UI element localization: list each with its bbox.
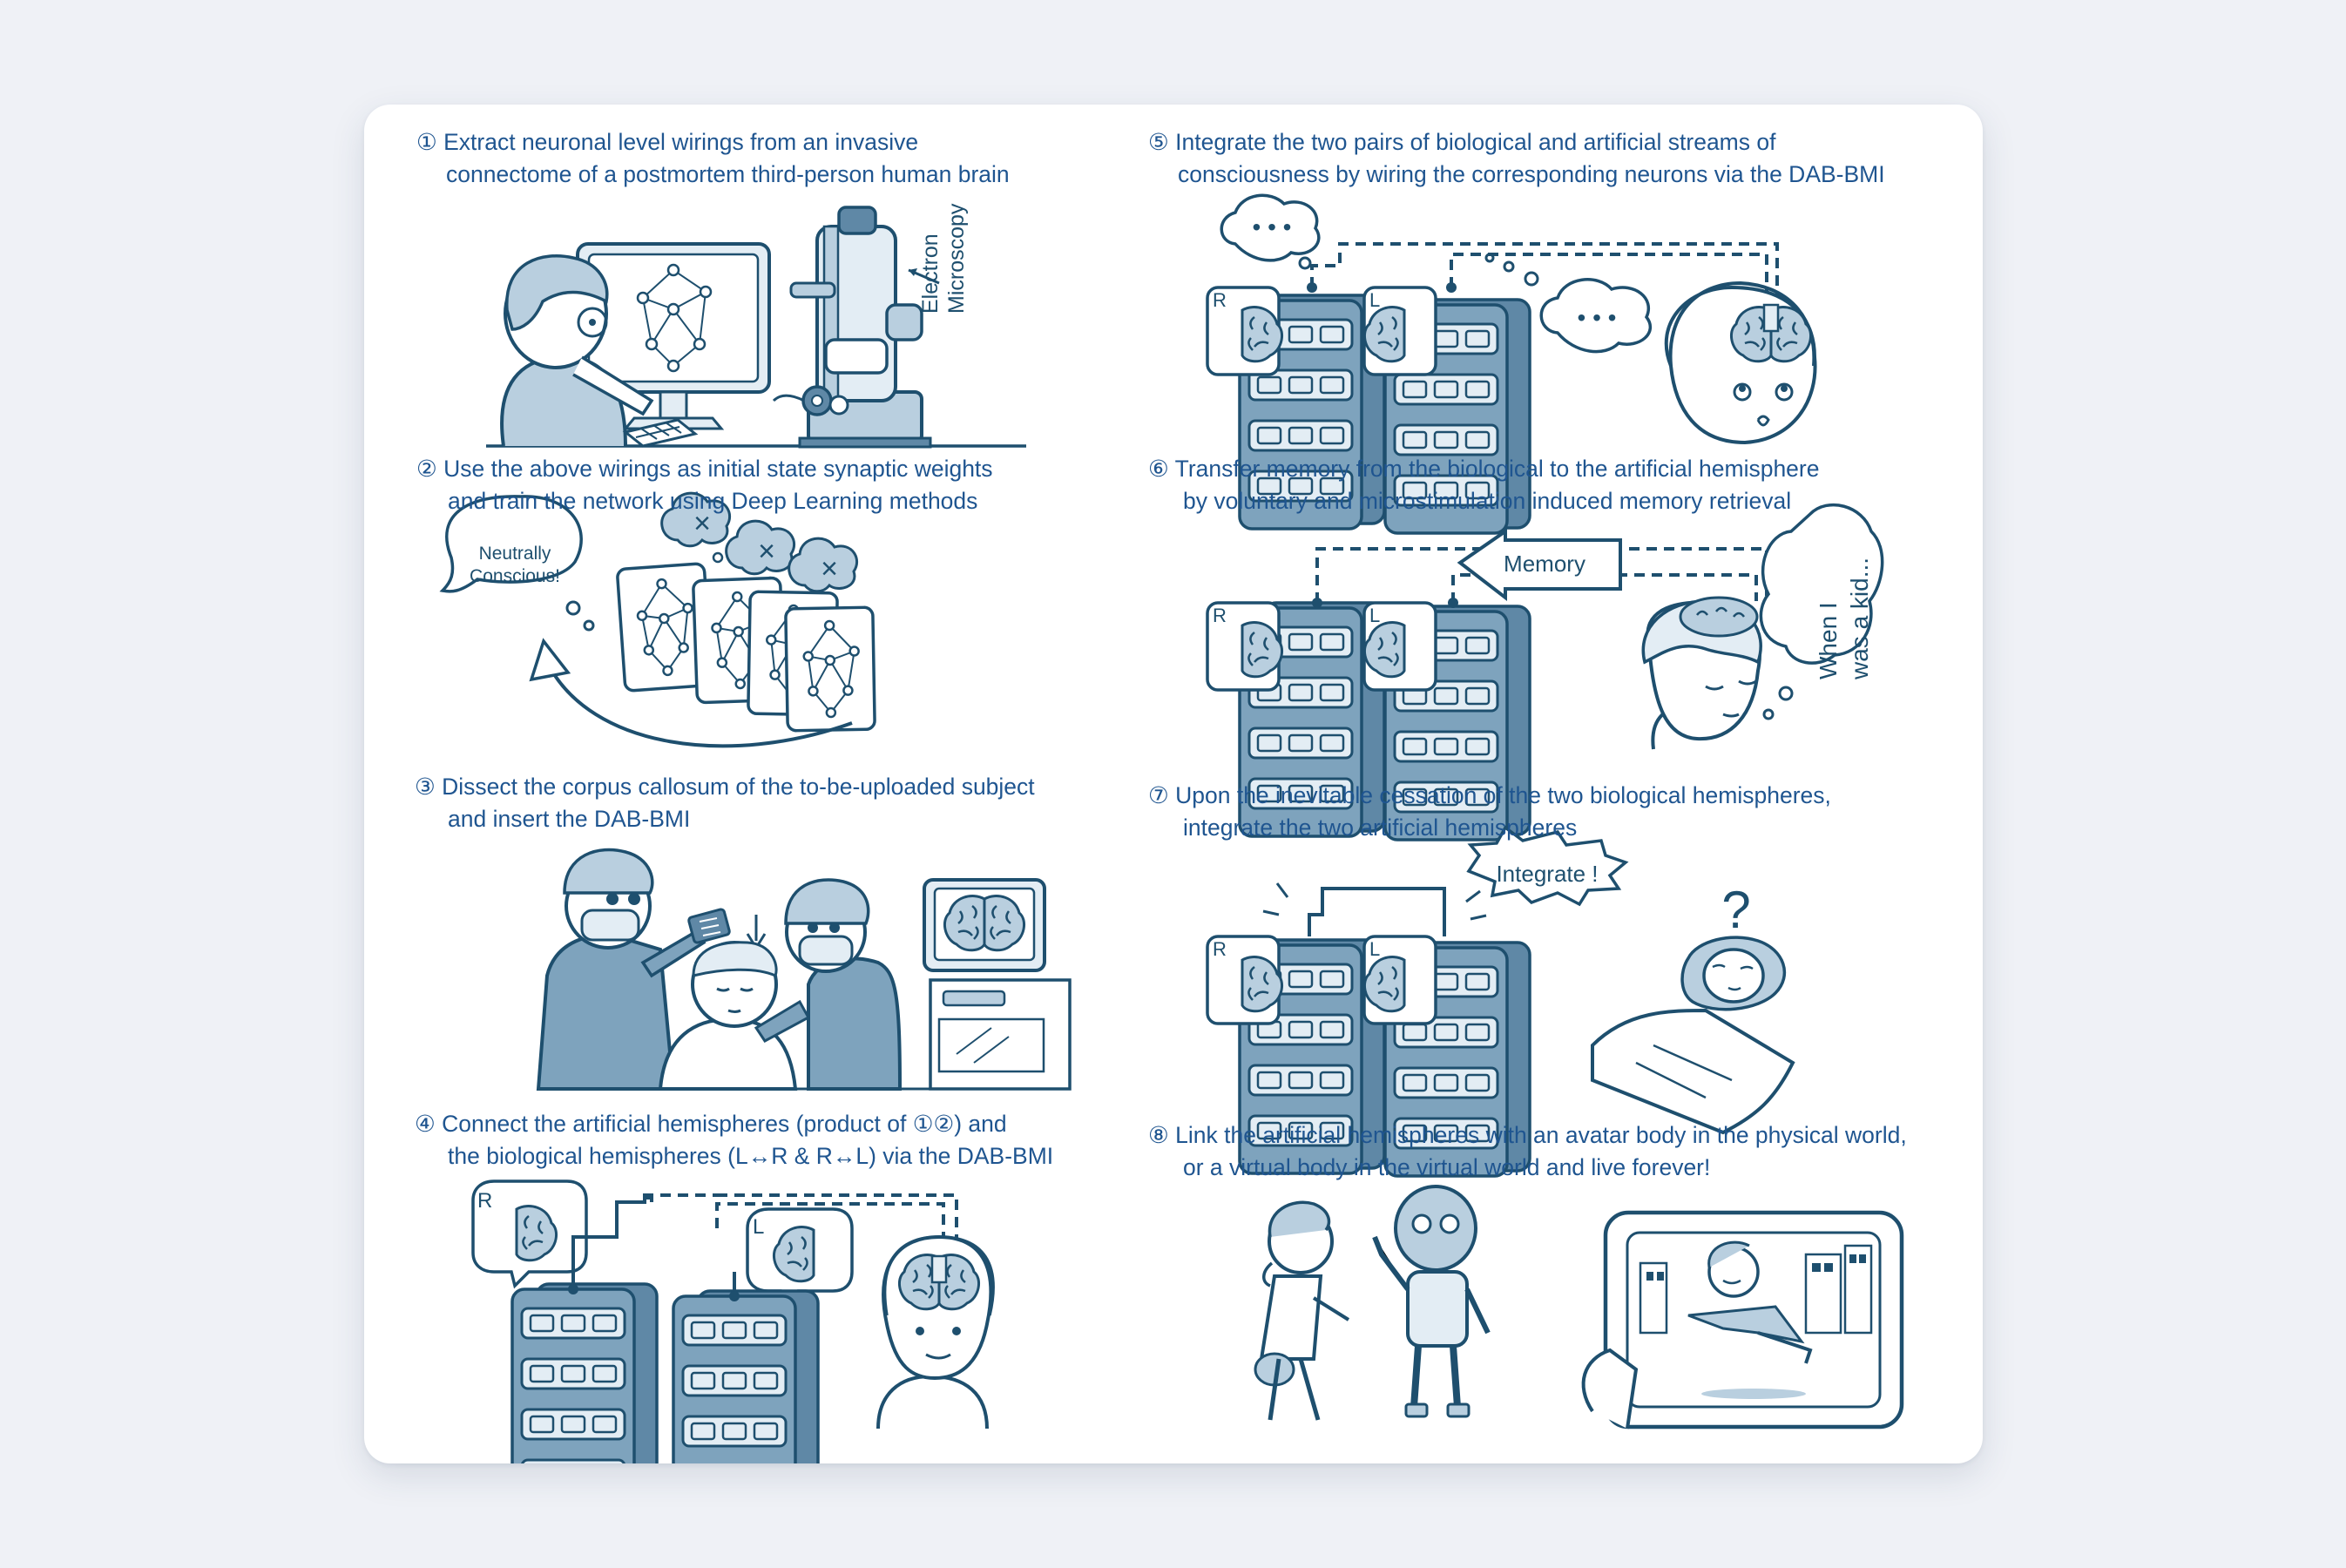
step-8-line-1: ⑧ Link the artificial hemispheres with a… xyxy=(1148,1122,1907,1148)
label-r-6: R xyxy=(1213,605,1227,626)
step-1-line-1: ① Extract neuronal level wirings from an… xyxy=(416,129,919,155)
panel-4-illustration: R L xyxy=(471,1179,995,1463)
step-6-line-1: ⑥ Transfer memory from the biological to… xyxy=(1148,456,1820,482)
microscope-label-2: Microscopy xyxy=(944,203,969,314)
panel-1-illustration: Electron Microscopy xyxy=(486,203,1026,449)
virtual-world-tablet xyxy=(1581,1210,1904,1429)
reject-mark-2: × xyxy=(758,535,775,568)
electron-microscope-icon xyxy=(772,206,940,449)
question-mark: ? xyxy=(1721,881,1750,939)
thought-dots-1: • • • xyxy=(1253,213,1292,240)
rack-right xyxy=(512,1284,657,1463)
boy-figure-5 xyxy=(1664,280,1817,445)
memory-label: Memory xyxy=(1504,551,1585,577)
step-1-line-2: connectome of a postmortem third-person … xyxy=(446,161,1010,187)
step-5-line-1: ⑤ Integrate the two pairs of biological … xyxy=(1148,129,1776,155)
step-1-caption: ① Extract neuronal level wirings from an… xyxy=(416,126,1010,191)
step-7-line-2: integrate the two artificial hemispheres xyxy=(1183,814,1578,841)
patient-in-bed xyxy=(1591,936,1795,1135)
rack-left xyxy=(673,1291,818,1463)
label-l-5: L xyxy=(1369,289,1380,311)
panel-8-illustration xyxy=(1254,1185,1904,1429)
step-7-caption: ⑦ Upon the inevitable cessation of the t… xyxy=(1148,780,1831,844)
robot-figure xyxy=(1372,1185,1491,1418)
integrate-label: Integrate ! xyxy=(1496,861,1598,887)
boy-figure-6 xyxy=(1641,596,1762,750)
label-l-6: L xyxy=(1369,605,1380,626)
step-2-line-2: and train the network using Deep Learnin… xyxy=(448,488,978,514)
surgery-monitor-icon xyxy=(923,878,1072,1091)
step-3-line-2: and insert the DAB-BMI xyxy=(448,806,691,832)
step-4-line-2: the biological hemispheres (L↔R & R↔L) v… xyxy=(448,1143,1054,1169)
step-3-caption: ③ Dissect the corpus callosum of the to-… xyxy=(415,771,1035,835)
panel-2-illustration: Neutrally Conscious! × × × xyxy=(439,491,876,748)
step-8-line-2: or a virtual body in the virtual world a… xyxy=(1183,1154,1711,1180)
step-3-line-1: ③ Dissect the corpus callosum of the to-… xyxy=(415,774,1035,800)
step-2-caption: ② Use the above wirings as initial state… xyxy=(416,453,993,517)
step-6-caption: ⑥ Transfer memory from the biological to… xyxy=(1148,453,1819,517)
thought-line-1: When I xyxy=(1815,602,1842,679)
step-5-caption: ⑤ Integrate the two pairs of biological … xyxy=(1148,126,1885,191)
thought-dots-2: • • • xyxy=(1578,304,1617,331)
boy-figure-1 xyxy=(876,1234,995,1429)
reject-mark-3: × xyxy=(821,552,838,585)
step-5-line-2: consciousness by wiring the correspondin… xyxy=(1178,161,1885,187)
conscious-text-1: Neutrally xyxy=(479,544,551,564)
label-r-1: R xyxy=(477,1189,492,1213)
step-4-line-1: ④ Connect the artificial hemispheres (pr… xyxy=(415,1111,1007,1137)
woman-figure xyxy=(1254,1200,1350,1421)
step-7-line-1: ⑦ Upon the inevitable cessation of the t… xyxy=(1148,782,1831,808)
label-l-7: L xyxy=(1369,938,1380,960)
step-6-line-2: by voluntary and microstimulation induce… xyxy=(1183,488,1792,514)
figure-card: Electron Microscopy Neutrally Conscious!… xyxy=(364,105,1983,1463)
step-4-caption: ④ Connect the artificial hemispheres (pr… xyxy=(415,1108,1053,1173)
thought-line-2: was a kid... xyxy=(1846,558,1873,680)
panel-3-illustration xyxy=(536,848,1072,1091)
conscious-text-2: Conscious! xyxy=(470,566,560,586)
label-l-1: L xyxy=(753,1215,764,1239)
label-r-5: R xyxy=(1213,289,1227,311)
step-2-line-1: ② Use the above wirings as initial state… xyxy=(416,456,993,482)
label-r-7: R xyxy=(1213,938,1227,960)
microscope-label-1: Electron xyxy=(918,233,943,314)
step-8-caption: ⑧ Link the artificial hemispheres with a… xyxy=(1148,1119,1907,1184)
